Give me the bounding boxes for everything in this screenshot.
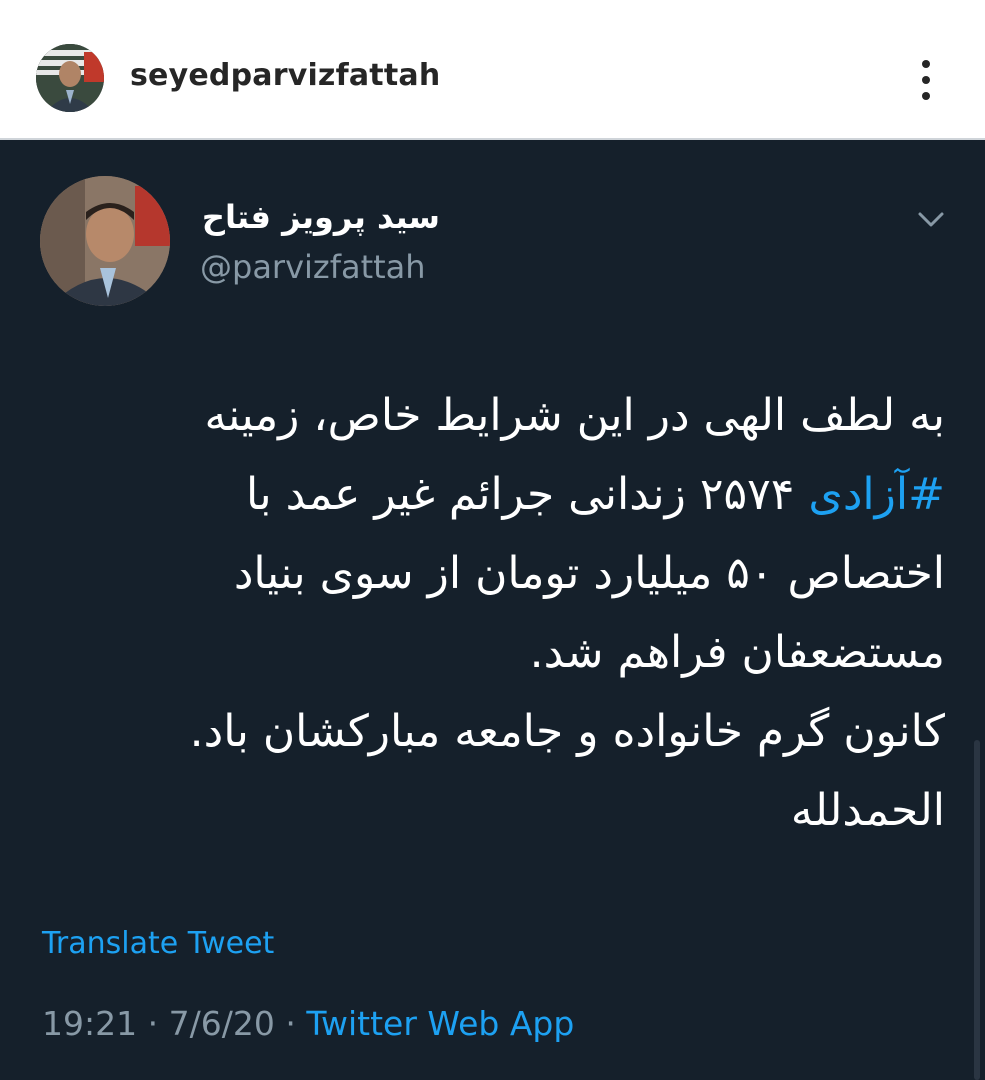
tweet-handle[interactable]: @parvizfattah bbox=[200, 248, 426, 286]
avatar-image bbox=[40, 176, 170, 306]
hashtag-link[interactable]: #آزادی bbox=[808, 469, 945, 520]
tweet-time[interactable]: 19:21 bbox=[42, 1004, 137, 1043]
chevron-down-icon[interactable] bbox=[914, 202, 948, 236]
tweet-card: سید پرویز فتاح @parvizfattah به لطف الهی… bbox=[0, 140, 985, 1080]
translate-tweet-link[interactable]: Translate Tweet bbox=[42, 926, 274, 961]
tweet-text-line: #آزادی ۲۵۷۴ زندانی جرائم غیر عمد با bbox=[40, 455, 945, 534]
meta-separator: · bbox=[285, 1004, 296, 1043]
tweet-text-line: اختصاص ۵۰ میلیارد تومان از سوی بنیاد bbox=[233, 548, 945, 599]
instagram-post-header: seyedparvizfattah bbox=[0, 0, 985, 140]
tweet-text-line: الحمدلله bbox=[790, 785, 945, 836]
tweet-text-line: کانون گرم خانواده و جامعه مبارکشان باد. bbox=[189, 706, 945, 757]
tweet-text-fragment: ۲۵۷۴ زندانی جرائم غیر عمد با bbox=[245, 469, 809, 520]
meta-separator: · bbox=[147, 1004, 159, 1043]
tweet-text-line: به لطف الهی در این شرایط خاص، زمینه bbox=[204, 390, 945, 441]
profile-username[interactable]: seyedparvizfattah bbox=[130, 58, 440, 93]
tweet-metadata: 19:21 · 7/6/20 · Twitter Web App bbox=[42, 1004, 574, 1043]
tweet-text: به لطف الهی در این شرایط خاص، زمینه #آزا… bbox=[40, 376, 945, 850]
tweet-author-avatar[interactable] bbox=[40, 176, 170, 306]
profile-avatar[interactable] bbox=[36, 44, 104, 112]
tweet-source-app[interactable]: Twitter Web App bbox=[306, 1004, 574, 1043]
tweet-display-name[interactable]: سید پرویز فتاح bbox=[202, 198, 440, 236]
tweet-date[interactable]: 7/6/20 bbox=[169, 1004, 275, 1043]
vertical-dots-icon[interactable] bbox=[912, 58, 942, 102]
tweet-text-line: مستضعفان فراهم شد. bbox=[529, 627, 945, 678]
scrollbar[interactable] bbox=[974, 740, 980, 1080]
avatar-image bbox=[36, 44, 104, 112]
